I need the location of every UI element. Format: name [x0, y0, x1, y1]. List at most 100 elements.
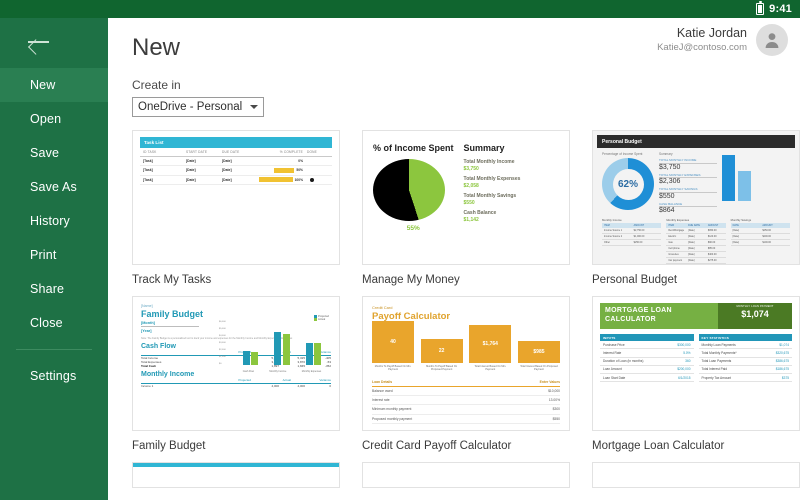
template-thumbnail[interactable]: % of Income Spent 55% Summary Total Mont…: [362, 130, 570, 265]
template-thumbnail[interactable]: [132, 462, 340, 488]
metric: 40 Months To Payoff Based On Min. Paymen…: [372, 320, 414, 371]
template-card-family-budget[interactable]: [Name] Family Budget [Month] [Year] Proj…: [132, 296, 340, 456]
summary-title: Summary: [463, 143, 505, 153]
preview-title: Personal Budget: [597, 135, 795, 148]
cell: $90.00: [707, 241, 716, 244]
account-name: Katie Jordan: [676, 26, 747, 41]
y-axis: $6,000 $5,000 $4,000 $3,000 $2,000 $1,000 $0: [219, 321, 226, 365]
bar-group-monthly-expenses: [305, 343, 322, 365]
cell: $300: [552, 407, 560, 412]
cell: [Date]: [732, 229, 740, 232]
sidebar-item-save-as[interactable]: Save As: [0, 170, 108, 204]
sidebar-item-open[interactable]: Open: [0, 102, 108, 136]
cell: Income 1: [141, 384, 154, 388]
cell: 4,000: [297, 384, 305, 388]
x-axis: Cash Flow Monthly Income Monthly Expenses: [242, 370, 322, 373]
summary-key: Total Monthly Savings: [463, 193, 517, 199]
table-row: Minimum monthly payment $300: [372, 405, 560, 415]
cell: Income Source 2: [604, 235, 623, 238]
preview-title: MORTGAGE LOAN CALCULATOR: [600, 303, 718, 329]
preview-subtitle: Credit Card: [372, 305, 393, 310]
task-list-preview: Task List ID TASK START DATE DUE DATE % …: [133, 131, 339, 191]
create-in-dropdown[interactable]: OneDrive - Personal: [132, 97, 264, 117]
summary-title: Summary: [659, 152, 673, 156]
table-header: KEY STATISTICS: [698, 334, 792, 342]
cell-key: Duration of Loan (in months): [603, 359, 644, 364]
template-card-mortgage-loan[interactable]: MORTGAGE LOAN CALCULATOR MONTHLY LOAN PA…: [592, 296, 800, 456]
template-label: Credit Card Payoff Calculator: [362, 440, 512, 452]
title-line-2: CALCULATOR: [605, 316, 656, 324]
table-title: Monthly Income: [602, 218, 622, 222]
template-card-credit-card-payoff[interactable]: Credit Card Payoff Calculator 40 Months …: [362, 296, 570, 456]
cell: $400.00: [707, 253, 717, 256]
template-thumbnail[interactable]: [362, 462, 570, 488]
summary-key: Cash Balance: [463, 210, 497, 216]
pie-chart-title: % of Income Spent: [373, 143, 454, 153]
preview-top: Percentage of Income Spent 62% Summary T…: [597, 148, 795, 214]
sidebar-item-print[interactable]: Print: [0, 238, 108, 272]
sidebar-item-history[interactable]: History: [0, 204, 108, 238]
template-thumbnail[interactable]: Credit Card Payoff Calculator 40 Months …: [362, 296, 570, 431]
sidebar-item-label: History: [30, 214, 70, 228]
person-avatar-icon: [765, 33, 779, 48]
sidebar-item-label: Print: [30, 248, 57, 262]
sidebar-nav: New Open Save Save As History Print Shar…: [0, 68, 108, 393]
template-thumbnail[interactable]: [592, 462, 800, 488]
template-thumbnail[interactable]: Task List ID TASK START DATE DUE DATE % …: [132, 130, 340, 265]
cell-due: [Date]: [222, 168, 232, 173]
metric-caption: Months To Payoff Based On Min. Payment: [374, 364, 412, 371]
legend-label: Actual: [318, 318, 326, 321]
table-row: Property Tax Amount $375: [698, 374, 792, 383]
sidebar-item-share[interactable]: Share: [0, 272, 108, 306]
template-thumbnail[interactable]: MORTGAGE LOAN CALCULATOR MONTHLY LOAN PA…: [592, 296, 800, 431]
avatar[interactable]: [756, 24, 788, 56]
template-grid: Task List ID TASK START DATE DUE DATE % …: [132, 130, 800, 456]
table-row: Total Interest Paid $186,675: [698, 366, 792, 374]
excel-backstage-new-screen: New Open Save Save As History Print Shar…: [0, 0, 800, 500]
cell: $1,000.00: [633, 235, 645, 238]
cell-start: [Date]: [186, 177, 196, 182]
metric-value: $985: [517, 340, 560, 363]
template-card-track-my-tasks[interactable]: Task List ID TASK START DATE DUE DATE % …: [132, 130, 340, 290]
account-info[interactable]: Katie Jordan KatieJ@contoso.com: [657, 24, 788, 56]
table-monthly-expenses: Monthly Expenses ITEM DUE DATE AMOUNT Rent…: [666, 218, 726, 264]
thumbnail-accent-bar: [133, 463, 339, 467]
cell-value: $200,000: [677, 367, 691, 372]
progress-bar: [258, 177, 293, 183]
template-card-personal-budget[interactable]: Personal Budget Percentage of Income Spe…: [592, 130, 800, 290]
back-button[interactable]: [0, 18, 108, 66]
cell: Income Source 1: [604, 229, 623, 232]
table-row: Interest Rate 5.0%: [600, 349, 694, 358]
template-thumbnail[interactable]: Personal Budget Percentage of Income Spe…: [592, 130, 800, 265]
sidebar-item-new[interactable]: New: [0, 68, 108, 102]
cell-value: 5.0%: [683, 350, 691, 355]
name-placeholder: [Name]: [141, 304, 153, 308]
create-in-value: OneDrive - Personal: [138, 101, 243, 113]
cell-key: Total Monthly Payments*: [701, 350, 737, 355]
sidebar-item-close[interactable]: Close: [0, 306, 108, 340]
sidebar-item-label: Share: [30, 282, 65, 296]
sidebar-item-label: Settings: [30, 369, 77, 383]
cell: [Date]: [732, 241, 740, 244]
account-email: KatieJ@contoso.com: [657, 41, 747, 53]
cell-key: Loan Amount: [603, 367, 622, 372]
sidebar-item-save[interactable]: Save: [0, 136, 108, 170]
sidebar-item-settings[interactable]: Settings: [0, 359, 108, 393]
summary-value: $3,750: [659, 163, 681, 171]
bar-chart: [722, 152, 790, 206]
cell-pct: 0%: [298, 158, 303, 163]
battery-icon: [756, 1, 765, 15]
column-header: Actual: [282, 378, 291, 382]
pie-chart-label: 55%: [406, 225, 420, 232]
template-card-manage-my-money[interactable]: % of Income Spent 55% Summary Total Mont…: [362, 130, 570, 290]
cell-value: $320,675: [775, 350, 789, 355]
cell: Minimum monthly payment: [372, 407, 412, 412]
template-thumbnail[interactable]: [Name] Family Budget [Month] [Year] Proj…: [132, 296, 340, 431]
cell: $550: [552, 416, 560, 421]
table-title: Monthly Expenses: [666, 218, 690, 222]
template-label: Track My Tasks: [132, 274, 212, 286]
cell: $250.00: [633, 241, 643, 244]
template-label: Manage My Money: [362, 274, 460, 286]
cell-due: [Date]: [222, 177, 232, 182]
sidebar-item-label: New: [30, 78, 56, 92]
